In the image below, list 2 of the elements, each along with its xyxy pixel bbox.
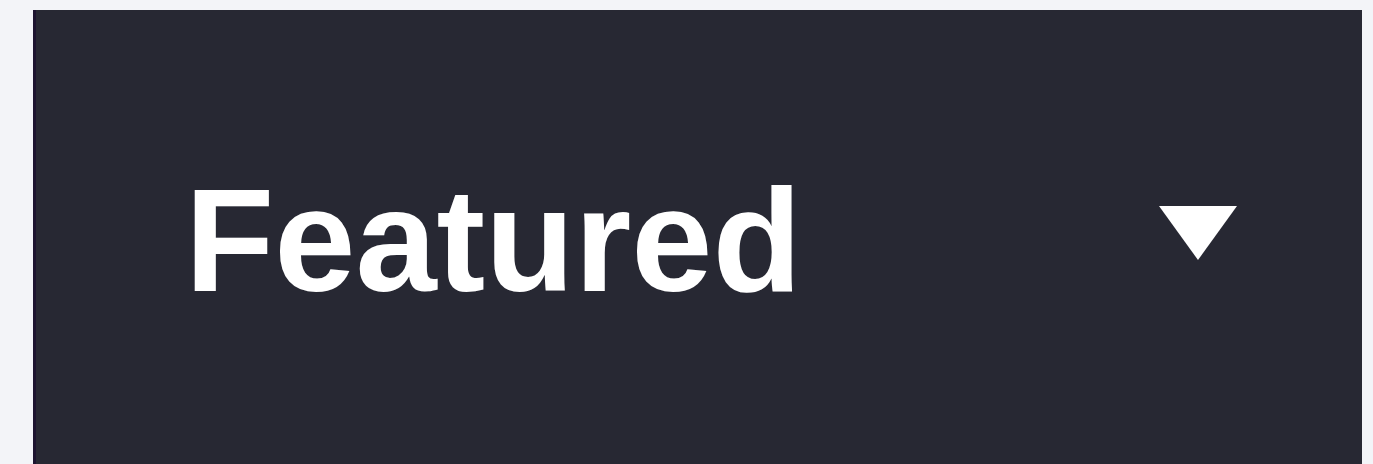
caret-icon bbox=[1159, 206, 1237, 260]
dropdown[interactable]: Featured bbox=[33, 10, 1362, 464]
